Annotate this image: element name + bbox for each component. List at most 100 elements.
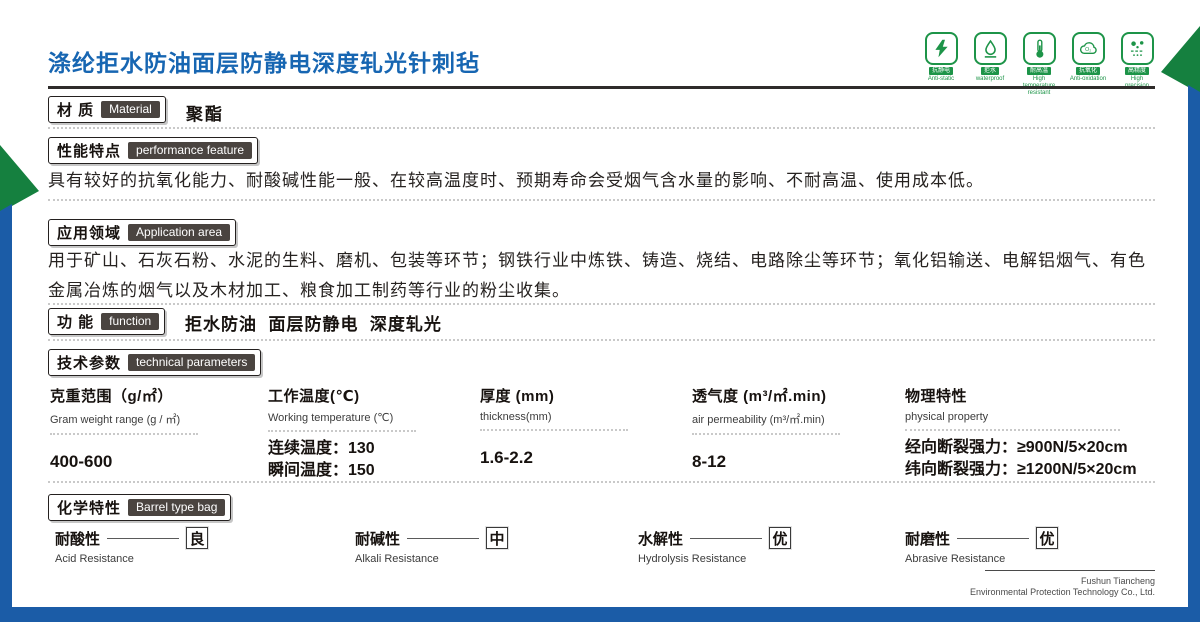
tech-col-title-cn: 透气度 (m³/㎡.min) xyxy=(692,385,840,406)
badge-label-cn: 耐高温 xyxy=(1027,67,1051,75)
section-header-technical: 技术参数 technical parameters xyxy=(48,349,261,376)
badge-label-cn: 抗氧化 xyxy=(1076,67,1100,75)
tech-col-value: 连续温度：130 xyxy=(268,438,416,460)
divider xyxy=(480,429,628,431)
right-blue-strip xyxy=(1188,85,1200,622)
tech-col-thickness: 厚度 (mm) thickness(mm) 1.6-2.2 xyxy=(480,385,628,469)
company-name: Fushun Tiancheng Environmental Protectio… xyxy=(970,576,1155,598)
chem-label-cn: 耐碱性 xyxy=(355,528,400,549)
tech-col-title-en: air permeability (m³/㎡.min) xyxy=(692,411,840,427)
divider xyxy=(48,339,1155,341)
chem-grade-badge: 中 xyxy=(486,527,508,549)
connector-line xyxy=(107,538,179,539)
tech-col-working-temperature: 工作温度(℃) Working temperature (℃) 连续温度：130… xyxy=(268,385,416,482)
tech-col-title-en: Working temperature (℃) xyxy=(268,411,416,424)
tech-col-title-cn: 物理特性 xyxy=(905,385,1137,406)
section-title-cn: 材 质 xyxy=(57,99,94,120)
chem-label-en: Alkali Resistance xyxy=(355,553,508,565)
bottom-blue-bar xyxy=(0,607,1200,622)
badge-label-cn: 拒水 xyxy=(981,67,999,75)
footer-rule xyxy=(985,570,1155,571)
chem-label-cn: 耐酸性 xyxy=(55,528,100,549)
product-spec-sheet: 涤纶拒水防油面层防静电深度轧光针刺毡 抗静电 Anti-static 拒水 wa… xyxy=(0,0,1200,622)
tech-col-value: 1.6-2.2 xyxy=(480,447,628,469)
tech-col-value: 经向断裂强力：≥900N/5×20cm xyxy=(905,437,1137,459)
tech-col-title-en: thickness(mm) xyxy=(480,411,628,423)
tech-col-title-en: physical property xyxy=(905,411,1137,423)
material-value: 聚酯 xyxy=(186,100,224,125)
precision-dots-icon xyxy=(1127,38,1148,59)
tech-col-value: 纬向断裂强力：≥1200N/5×20cm xyxy=(905,459,1137,481)
tech-col-gram-weight: 克重范围（g/㎡） Gram weight range (g / ㎡) 400-… xyxy=(50,385,198,473)
section-title-en: performance feature xyxy=(128,142,252,159)
section-header-material: 材 质 Material xyxy=(48,96,166,123)
section-title-cn: 技术参数 xyxy=(57,352,121,373)
left-green-ribbon xyxy=(0,145,39,213)
divider xyxy=(692,433,840,435)
page-title: 涤纶拒水防油面层防静电深度轧光针刺毡 xyxy=(48,44,480,78)
droplet-icon xyxy=(980,38,1001,59)
chem-item-acid-resistance: 耐酸性 良 Acid Resistance xyxy=(55,527,208,565)
divider xyxy=(905,429,1120,431)
connector-line xyxy=(957,538,1029,539)
chem-label-en: Abrasive Resistance xyxy=(905,553,1058,565)
application-text: 用于矿山、石灰石粉、水泥的生料、磨机、包装等环节；钢铁行业中炼铁、铸造、烧结、电… xyxy=(48,246,1156,306)
section-title-cn: 功 能 xyxy=(57,311,94,332)
badge-label-en: Anti-static xyxy=(928,76,954,83)
chem-grade-badge: 良 xyxy=(186,527,208,549)
tech-col-title-cn: 工作温度(℃) xyxy=(268,385,416,406)
function-value: 拒水防油 面层防静电 深度轧光 xyxy=(185,310,442,335)
tech-col-value: 瞬间温度：150 xyxy=(268,460,416,482)
thermometer-icon xyxy=(1029,38,1050,59)
section-header-chemical: 化学特性 Barrel type bag xyxy=(48,494,231,521)
chem-grade-badge: 优 xyxy=(769,527,791,549)
badge-label-en: Anti-oxidation xyxy=(1070,76,1106,83)
connector-line xyxy=(690,538,762,539)
chem-label-cn: 水解性 xyxy=(638,528,683,549)
chem-item-alkali-resistance: 耐碱性 中 Alkali Resistance xyxy=(355,527,508,565)
section-title-cn: 应用领域 xyxy=(57,222,121,243)
chem-label-cn: 耐磨性 xyxy=(905,528,950,549)
section-title-cn: 化学特性 xyxy=(57,497,121,518)
divider xyxy=(48,303,1155,305)
chem-grade-badge: 优 xyxy=(1036,527,1058,549)
badge-label-cn: 高精度 xyxy=(1125,67,1149,75)
tech-col-value: 400-600 xyxy=(50,451,198,473)
svg-text:O₂: O₂ xyxy=(1085,47,1091,53)
title-rule xyxy=(48,86,1155,89)
section-header-function: 功 能 function xyxy=(48,308,165,335)
chem-label-en: Hydrolysis Resistance xyxy=(638,553,791,565)
section-title-en: Barrel type bag xyxy=(128,499,225,516)
chem-item-hydrolysis-resistance: 水解性 优 Hydrolysis Resistance xyxy=(638,527,791,565)
company-name-line2: Environmental Protection Technology Co.,… xyxy=(970,587,1155,598)
section-title-en: function xyxy=(101,313,159,330)
divider xyxy=(48,127,1155,129)
company-name-line1: Fushun Tiancheng xyxy=(970,576,1155,587)
section-title-en: technical parameters xyxy=(128,354,255,371)
divider xyxy=(48,481,1155,483)
section-title-cn: 性能特点 xyxy=(57,140,121,161)
cloud-o2-icon: O₂ xyxy=(1078,38,1099,59)
left-blue-strip xyxy=(0,204,12,622)
section-header-performance: 性能特点 performance feature xyxy=(48,137,258,164)
chem-item-abrasive-resistance: 耐磨性 优 Abrasive Resistance xyxy=(905,527,1058,565)
tech-col-physical-property: 物理特性 physical property 经向断裂强力：≥900N/5×20… xyxy=(905,385,1137,481)
section-title-en: Material xyxy=(101,101,160,118)
tech-col-title-cn: 厚度 (mm) xyxy=(480,385,628,406)
performance-text: 具有较好的抗氧化能力、耐酸碱性能一般、在较高温度时、预期寿命会受烟气含水量的影响… xyxy=(48,166,1156,196)
divider xyxy=(50,433,198,435)
badge-label-en: waterproof xyxy=(976,76,1004,83)
section-header-application: 应用领域 Application area xyxy=(48,219,236,246)
badge-label-cn: 抗静电 xyxy=(929,67,953,75)
right-green-ribbon xyxy=(1161,26,1200,94)
section-title-en: Application area xyxy=(128,224,230,241)
lightning-icon xyxy=(931,38,952,59)
divider xyxy=(48,199,1155,201)
divider xyxy=(268,430,416,432)
chem-label-en: Acid Resistance xyxy=(55,553,208,565)
tech-col-air-permeability: 透气度 (m³/㎡.min) air permeability (m³/㎡.mi… xyxy=(692,385,840,473)
connector-line xyxy=(407,538,479,539)
tech-col-title-en: Gram weight range (g / ㎡) xyxy=(50,411,198,427)
tech-col-title-cn: 克重范围（g/㎡） xyxy=(50,385,198,406)
tech-col-value: 8-12 xyxy=(692,451,840,473)
